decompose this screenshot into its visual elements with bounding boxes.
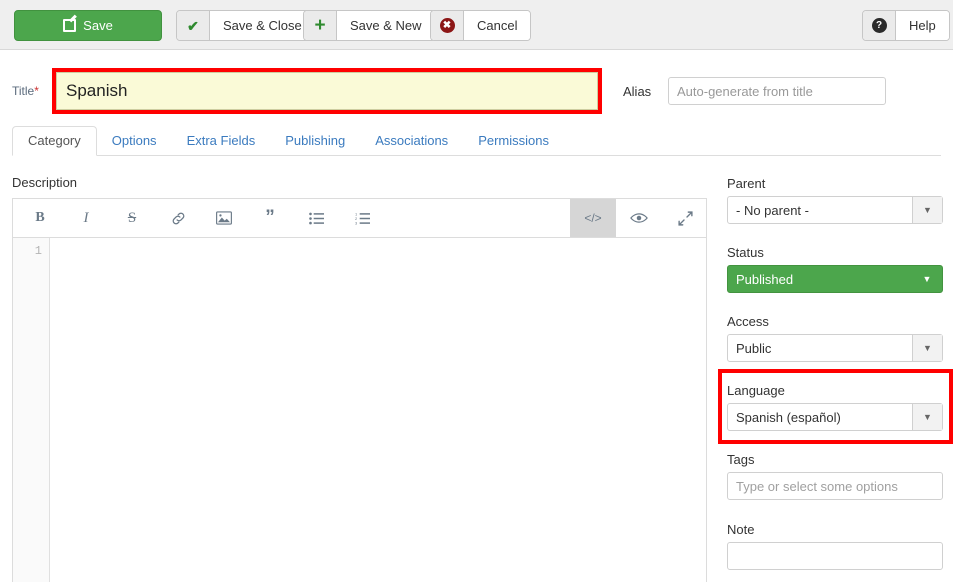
language-label: Language — [727, 383, 785, 398]
cancel-label: Cancel — [464, 11, 531, 40]
bold-icon[interactable]: B — [17, 199, 63, 237]
tab-options[interactable]: Options — [97, 127, 172, 155]
language-select[interactable]: Spanish (español) ▼ — [727, 403, 943, 431]
tab-publishing[interactable]: Publishing — [270, 127, 360, 155]
tab-bar: Category Options Extra Fields Publishing… — [12, 124, 941, 156]
tab-extra-fields[interactable]: Extra Fields — [172, 127, 271, 155]
language-value: Spanish (español) — [736, 409, 841, 425]
tags-input[interactable] — [727, 472, 943, 500]
tab-permissions[interactable]: Permissions — [463, 127, 564, 155]
access-label: Access — [727, 314, 769, 329]
title-field-label: Title* — [12, 84, 39, 98]
plus-icon: + — [304, 11, 337, 40]
note-input[interactable] — [727, 542, 943, 570]
parent-select[interactable]: - No parent - ▼ — [727, 196, 943, 224]
quote-icon[interactable]: ” — [247, 199, 293, 237]
tab-associations[interactable]: Associations — [360, 127, 463, 155]
help-button[interactable]: ? Help — [862, 10, 950, 41]
alias-field-label: Alias — [623, 84, 652, 99]
save-button[interactable]: Save — [14, 10, 162, 41]
unordered-list-icon[interactable] — [293, 199, 339, 237]
link-icon[interactable] — [155, 199, 201, 237]
save-and-close-button[interactable]: ✔ Save & Close — [176, 10, 316, 41]
ordered-list-icon[interactable]: 1 2 3 — [339, 199, 385, 237]
chevron-down-icon: ▼ — [912, 197, 942, 223]
status-value: Published — [736, 271, 794, 287]
editor-toolbar: B I S ” 1 2 3 </> — [13, 199, 706, 238]
save-and-close-label: Save & Close — [210, 11, 315, 40]
code-view-icon[interactable]: </> — [570, 199, 616, 237]
tags-field-group: Tags — [727, 452, 943, 500]
access-field-group: Access Public ▼ — [727, 314, 943, 362]
main-toolbar: Save ✔ Save & Close + Save & New ✖ Cance… — [0, 0, 953, 50]
strikethrough-icon[interactable]: S — [109, 199, 155, 237]
save-button-label: Save — [83, 18, 113, 33]
status-label: Status — [727, 245, 764, 260]
help-circle-icon: ? — [863, 11, 896, 40]
parent-field-group: Parent - No parent - ▼ — [727, 176, 943, 224]
cancel-button[interactable]: ✖ Cancel — [430, 10, 532, 41]
title-annotation-box — [52, 68, 602, 114]
save-and-new-button[interactable]: + Save & New — [303, 10, 436, 41]
svg-text:3: 3 — [355, 220, 358, 224]
cancel-circle-icon: ✖ — [431, 11, 464, 40]
line-number: 1 — [34, 244, 42, 258]
status-select[interactable]: Published ▼ — [727, 265, 943, 293]
access-select[interactable]: Public ▼ — [727, 334, 943, 362]
note-label: Note — [727, 522, 755, 537]
italic-icon[interactable]: I — [63, 199, 109, 237]
language-field-group: Language Spanish (español) ▼ — [727, 383, 943, 431]
check-icon: ✔ — [177, 11, 210, 40]
save-and-new-label: Save & New — [337, 11, 435, 40]
save-document-icon — [63, 19, 77, 32]
editor-content-area[interactable]: 1 — [13, 238, 706, 582]
chevron-down-icon: ▼ — [912, 404, 942, 430]
status-field-group: Status Published ▼ — [727, 245, 943, 293]
alias-input[interactable] — [668, 77, 886, 105]
description-label: Description — [12, 175, 78, 190]
required-marker: * — [34, 84, 39, 98]
note-field-group: Note — [727, 522, 943, 570]
title-label-text: Title — [12, 84, 35, 98]
access-value: Public — [736, 340, 772, 356]
editor-line-number-gutter: 1 — [13, 238, 50, 582]
title-input[interactable] — [56, 72, 598, 110]
chevron-down-icon: ▼ — [912, 335, 942, 361]
tab-category[interactable]: Category — [12, 126, 97, 156]
parent-label: Parent — [727, 176, 766, 191]
chevron-down-icon: ▼ — [922, 274, 932, 284]
preview-eye-icon[interactable] — [616, 199, 662, 237]
tags-label: Tags — [727, 452, 755, 467]
help-label: Help — [896, 11, 949, 40]
fullscreen-icon[interactable] — [662, 199, 708, 237]
image-icon[interactable] — [201, 199, 247, 237]
parent-value: - No parent - — [736, 202, 809, 218]
description-editor: B I S ” 1 2 3 </> 1 — [12, 198, 707, 582]
